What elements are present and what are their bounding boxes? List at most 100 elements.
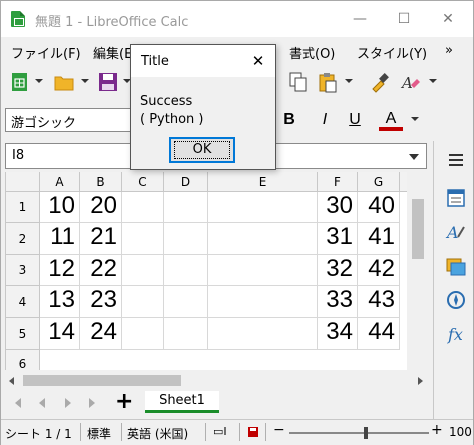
row-header-6[interactable]: 6 [6,350,40,370]
row-header-3[interactable]: 3 [6,255,40,286]
first-sheet-icon[interactable] [15,398,21,408]
status-page-style[interactable]: 標準 [87,425,111,442]
cell-b3[interactable]: 22 [80,255,122,286]
name-box-dropdown-icon[interactable] [409,154,419,160]
document-modified-icon[interactable] [247,426,259,438]
close-button[interactable]: ✕ [425,1,471,37]
next-sheet-icon[interactable] [65,398,71,408]
vertical-scroll-thumb[interactable] [412,199,424,259]
previous-sheet-icon[interactable] [39,398,45,408]
corner-select-all[interactable] [6,172,40,192]
scroll-right-arrow-icon[interactable] [415,376,425,386]
column-header-g[interactable]: G [358,172,400,192]
add-sheet-button[interactable]: + [115,390,133,414]
navigator-icon[interactable] [445,289,467,311]
cell-g4[interactable]: 43 [358,286,400,318]
sheet-tab-sheet1[interactable]: Sheet1 [145,391,219,413]
underline-button[interactable]: U [343,109,367,131]
font-color-dropdown-icon[interactable] [411,117,419,121]
cell-g5[interactable]: 44 [358,318,400,350]
bold-button[interactable]: B [277,109,301,131]
clear-formatting-icon[interactable]: A [399,71,421,93]
clone-formatting-icon[interactable] [369,71,391,93]
menu-format[interactable]: 書式(O) [289,43,335,62]
cell-f3[interactable]: 32 [318,255,358,286]
cell-c1[interactable] [122,192,164,223]
save-icon[interactable] [97,71,119,93]
column-header-partial[interactable] [400,172,407,192]
font-name-box[interactable]: 游ゴシック [5,108,137,132]
cell-b5[interactable]: 24 [80,318,122,350]
functions-icon[interactable]: fx [445,323,467,345]
open-dropdown-icon[interactable] [81,79,89,83]
dialog-ok-button[interactable]: OK [169,137,235,163]
zoom-slider-handle[interactable] [364,427,368,439]
cell-d2[interactable] [164,223,208,255]
cell-c2[interactable] [122,223,164,255]
gallery-icon[interactable] [445,255,467,277]
column-header-d[interactable]: D [164,172,208,192]
dialog-close-button[interactable]: ✕ [245,49,271,73]
spreadsheet-grid[interactable]: A B C D E F G 1 10 20 30 40 2 11 21 31 4… [5,172,407,370]
cell-c4[interactable] [122,286,164,318]
row-header-2[interactable]: 2 [6,223,40,255]
maximize-button[interactable]: ☐ [381,1,427,37]
menu-file[interactable]: ファイル(F) [11,43,81,62]
minimize-button[interactable]: — [337,1,383,37]
menu-styles[interactable]: スタイル(Y) [357,43,427,62]
cell-e2[interactable] [208,223,318,255]
new-spreadsheet-icon[interactable] [9,71,31,93]
cell-d4[interactable] [164,286,208,318]
zoom-slider[interactable] [289,432,429,434]
cell-f5[interactable]: 34 [318,318,358,350]
row-header-1[interactable]: 1 [6,192,40,223]
column-header-f[interactable]: F [318,172,358,192]
column-header-e[interactable]: E [208,172,318,192]
column-header-a[interactable]: A [40,172,80,192]
paste-dropdown-icon[interactable] [345,79,353,83]
cell-a1[interactable]: 10 [40,192,80,223]
insert-mode-icon[interactable]: ▭I [213,425,227,438]
zoom-level[interactable]: 100 [449,425,472,439]
cell-d3[interactable] [164,255,208,286]
open-folder-icon[interactable] [53,71,75,93]
cell-g1[interactable]: 40 [358,192,400,223]
scroll-left-arrow-icon[interactable] [7,376,17,386]
cell-b2[interactable]: 21 [80,223,122,255]
sidebar-menu-icon[interactable] [445,149,467,171]
cell-g3[interactable]: 42 [358,255,400,286]
new-dropdown-icon[interactable] [35,79,43,83]
cell-e3[interactable] [208,255,318,286]
clear-dropdown-icon[interactable] [429,79,437,83]
status-language[interactable]: 英語 (米国) [127,425,188,442]
properties-icon[interactable] [445,187,467,209]
cell-d1[interactable] [164,192,208,223]
row-header-4[interactable]: 4 [6,286,40,318]
cell-e1[interactable] [208,192,318,223]
styles-icon[interactable]: A [445,221,467,243]
cell-a4[interactable]: 13 [40,286,80,318]
zoom-out-button[interactable]: − [273,422,285,438]
cell-a5[interactable]: 14 [40,318,80,350]
paste-icon[interactable] [317,71,339,93]
cell-e4[interactable] [208,286,318,318]
cell-c5[interactable] [122,318,164,350]
column-header-c[interactable]: C [122,172,164,192]
cell-c3[interactable] [122,255,164,286]
font-color-button[interactable]: A [379,109,403,131]
cell-a2[interactable]: 11 [40,223,80,255]
cell-f2[interactable]: 31 [318,223,358,255]
cell-g2[interactable]: 41 [358,223,400,255]
cell-e5[interactable] [208,318,318,350]
column-header-b[interactable]: B [80,172,122,192]
cell-f1[interactable]: 30 [318,192,358,223]
menu-overflow[interactable]: » [445,43,453,58]
cell-b4[interactable]: 23 [80,286,122,318]
last-sheet-icon[interactable] [89,398,95,408]
row-header-5[interactable]: 5 [6,318,40,350]
cell-b1[interactable]: 20 [80,192,122,223]
copy-icon[interactable] [287,71,309,93]
zoom-in-button[interactable]: + [431,422,443,438]
cell-a3[interactable]: 12 [40,255,80,286]
italic-button[interactable]: I [313,109,337,131]
